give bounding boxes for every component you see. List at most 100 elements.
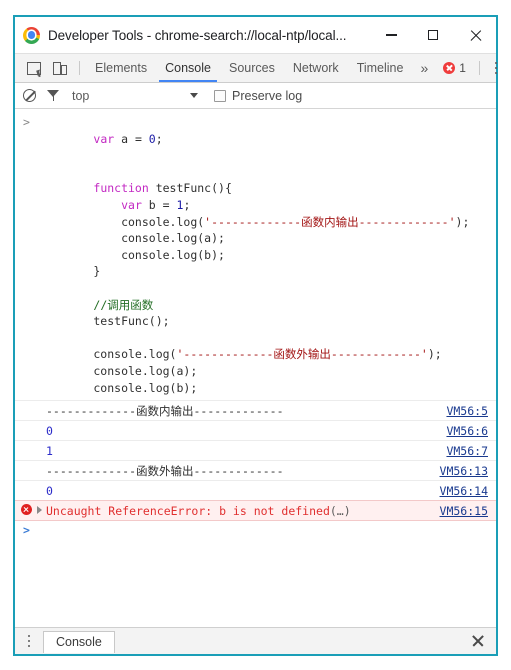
maximize-button[interactable] xyxy=(412,20,454,50)
code-line: console.log(b); xyxy=(15,380,496,397)
console-output-row[interactable]: 0 VM56:6 xyxy=(15,420,496,440)
preserve-log-checkbox[interactable] xyxy=(214,89,226,102)
code-token: console.log(a); xyxy=(38,231,225,246)
toolbar-divider-right xyxy=(478,61,480,75)
code-token: a = xyxy=(114,131,149,146)
tab-elements-label: Elements xyxy=(95,61,148,75)
tab-network-label: Network xyxy=(292,61,339,75)
code-line: console.log(a); xyxy=(15,363,496,380)
console-output-row[interactable]: -------------函数内输出------------- VM56:5 xyxy=(15,400,496,420)
source-link[interactable]: VM56:15 xyxy=(440,501,496,520)
code-token: console.log( xyxy=(38,214,205,229)
code-line: var b = 1; xyxy=(15,197,496,214)
code-token: 0 xyxy=(148,131,156,146)
console-error-message: Uncaught ReferenceError: b is not define… xyxy=(46,501,440,520)
code-token: console.log(a); xyxy=(38,363,198,378)
code-line: //调用函数 xyxy=(15,297,496,314)
code-token: ; xyxy=(155,131,163,146)
preserve-log-option[interactable]: Preserve log xyxy=(214,89,302,103)
console-message: 0 xyxy=(46,424,53,439)
source-link[interactable]: VM56:13 xyxy=(440,461,496,480)
execution-context-label: top xyxy=(72,88,90,103)
code-token: b = xyxy=(141,197,177,212)
filter-funnel-icon[interactable] xyxy=(47,89,60,102)
tab-elements[interactable]: Elements xyxy=(86,54,156,82)
code-line: } xyxy=(15,263,496,280)
more-tabs-button[interactable]: » xyxy=(412,54,436,82)
console-message: -------------函数内输出------------- xyxy=(46,404,284,419)
clear-console-icon[interactable] xyxy=(23,89,36,102)
code-token: } xyxy=(38,264,101,279)
source-link[interactable]: VM56:7 xyxy=(446,441,496,460)
window-titlebar: Developer Tools - chrome-search://local-… xyxy=(15,17,496,53)
code-token: var xyxy=(121,197,142,212)
row-gutter xyxy=(23,401,46,402)
code-token: ); xyxy=(427,347,442,362)
tab-network[interactable]: Network xyxy=(284,54,348,82)
console-input-row[interactable]: > xyxy=(15,521,496,540)
code-token: function xyxy=(93,181,149,196)
tab-console-label: Console xyxy=(165,61,211,75)
devtools-tabstrip: Elements Console Sources Network Timelin… xyxy=(15,53,498,83)
row-gutter xyxy=(23,481,46,482)
tab-console[interactable]: Console xyxy=(156,54,220,82)
minimize-icon xyxy=(385,34,397,36)
maximize-icon xyxy=(428,30,438,40)
device-toolbar-button[interactable] xyxy=(47,54,73,82)
preserve-log-label: Preserve log xyxy=(232,88,303,103)
execution-context-selector[interactable]: top xyxy=(72,89,202,103)
code-token: console.log( xyxy=(38,347,177,362)
close-window-button[interactable] xyxy=(454,20,496,50)
tab-timeline[interactable]: Timeline xyxy=(348,54,413,82)
console-panel[interactable]: > var a = 0; function testFunc(){ var b =… xyxy=(15,109,496,627)
code-line: > var a = 0; xyxy=(15,114,496,164)
drawer-tab-console[interactable]: Console xyxy=(43,631,115,653)
expand-triangle-icon[interactable] xyxy=(37,506,42,515)
error-count-badge[interactable]: 1 xyxy=(436,54,473,82)
source-link[interactable]: VM56:14 xyxy=(440,481,496,500)
chevron-down-icon xyxy=(190,93,198,98)
code-token: '-------------函数外输出-------------' xyxy=(176,347,428,362)
console-output-row[interactable]: 1 VM56:7 xyxy=(15,440,496,460)
code-line: console.log(b); xyxy=(15,247,496,264)
code-token: '-------------函数内输出-------------' xyxy=(204,214,456,229)
devtools-menu-button[interactable] xyxy=(486,54,506,82)
inspect-element-icon xyxy=(27,61,42,77)
console-message: 0 xyxy=(46,484,53,499)
tab-sources[interactable]: Sources xyxy=(220,54,284,82)
code-line: console.log('-------------函数内输出---------… xyxy=(15,214,496,231)
code-token: var xyxy=(93,131,115,146)
inspect-element-button[interactable] xyxy=(21,54,47,82)
code-line: function testFunc(){ xyxy=(15,180,496,197)
error-count-label: 1 xyxy=(459,61,466,75)
console-output-row[interactable]: 0 VM56:14 xyxy=(15,480,496,500)
minimize-button[interactable] xyxy=(370,20,412,50)
source-link[interactable]: VM56:5 xyxy=(446,401,496,420)
console-error-row[interactable]: Uncaught ReferenceError: b is not define… xyxy=(15,500,496,522)
console-input-echo: > var a = 0; function testFunc(){ var b =… xyxy=(15,109,496,400)
code-token: testFunc(){ xyxy=(148,181,232,196)
row-gutter xyxy=(23,441,46,442)
console-output-row[interactable]: -------------函数外输出------------- VM56:13 xyxy=(15,460,496,480)
window-title: Developer Tools - chrome-search://local-… xyxy=(48,27,347,43)
code-token: testFunc(); xyxy=(38,314,170,329)
chevron-double-right-icon: » xyxy=(420,60,429,76)
row-gutter xyxy=(23,421,46,422)
tab-timeline-label: Timeline xyxy=(356,61,404,75)
console-prompt-marker: > xyxy=(23,523,30,538)
code-token: console.log(b); xyxy=(38,380,198,395)
devtools-window: Developer Tools - chrome-search://local-… xyxy=(13,15,498,656)
code-line: console.log('-------------函数外输出---------… xyxy=(15,346,496,363)
code-token: console.log(b); xyxy=(38,247,225,262)
drawer-menu-button[interactable] xyxy=(19,634,39,648)
source-link[interactable]: VM56:6 xyxy=(446,421,496,440)
error-text: Uncaught ReferenceError: b is not define… xyxy=(46,504,330,519)
toolbar-divider xyxy=(79,61,80,75)
code-line: testFunc(); xyxy=(15,313,496,330)
close-drawer-button[interactable] xyxy=(470,633,486,649)
tab-sources-label: Sources xyxy=(228,61,275,75)
